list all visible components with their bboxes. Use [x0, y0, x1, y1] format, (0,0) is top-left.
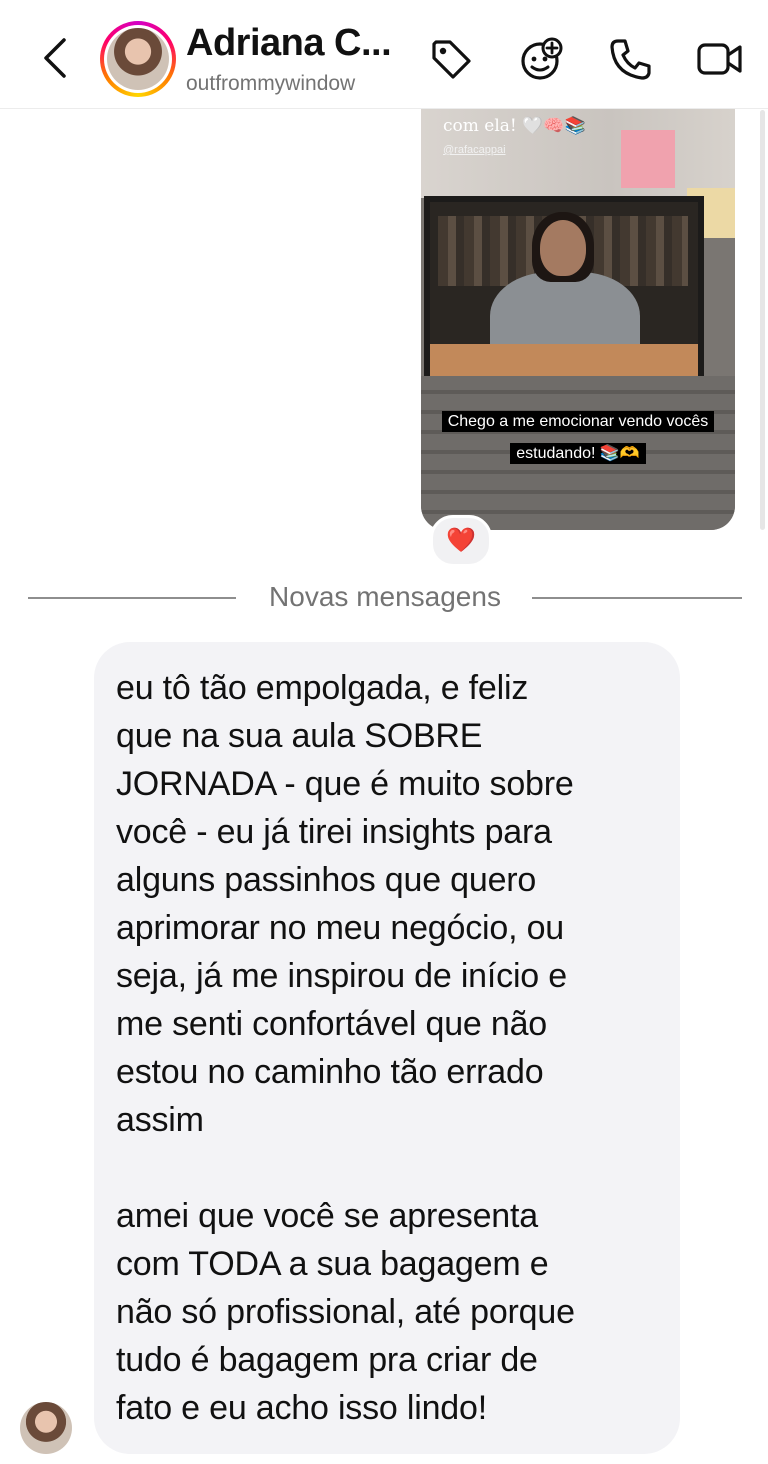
new-messages-divider: Novas mensagens: [269, 581, 501, 612]
video-call-button[interactable]: [696, 36, 742, 82]
caption-text: estudando! 📚🫶: [510, 443, 646, 464]
avatar-photo: [107, 28, 169, 90]
caption-text: Chego a me emocionar vendo vocês: [441, 411, 715, 432]
contact-username[interactable]: outfrommywindow: [186, 72, 355, 96]
divider-line: [28, 597, 236, 599]
back-button[interactable]: [36, 34, 76, 82]
sender-avatar[interactable]: [20, 1402, 72, 1454]
divider-line: [532, 597, 742, 599]
story-caption-line: Chego a me emocionar vendo vocês: [437, 406, 719, 438]
story-credit[interactable]: @rafacappai: [443, 144, 506, 156]
contact-avatar[interactable]: [100, 21, 176, 97]
avatar-ring-gap: [104, 25, 172, 93]
effects-button[interactable]: [518, 36, 564, 82]
contact-name[interactable]: Adriana C...: [186, 22, 406, 65]
face-plus-icon: [521, 37, 563, 80]
sticky-note: [621, 130, 675, 188]
heart-reaction[interactable]: ❤️: [430, 515, 492, 567]
received-message-bubble[interactable]: eu tô tão empolgada, e feliz que na sua …: [94, 642, 680, 1454]
message-text: eu tô tão empolgada, e feliz que na sua …: [116, 669, 575, 1427]
laptop-screen: [424, 196, 704, 388]
video-camera-icon: [697, 43, 742, 75]
voice-call-button[interactable]: [608, 36, 654, 82]
person-head: [540, 220, 586, 276]
tag-button[interactable]: [428, 36, 474, 82]
story-caption-line: estudando! 📚🫶: [437, 438, 719, 470]
chevron-left-icon: [44, 38, 66, 78]
phone-icon: [610, 39, 651, 80]
chat-header: Adriana C... outfrommywindow: [0, 0, 768, 109]
scrollbar[interactable]: [760, 110, 765, 530]
story-text: com ela! 🤍🧠📚: [443, 116, 586, 136]
shared-story-image[interactable]: com ela! 🤍🧠📚 @rafacappai Chego a me emoc…: [421, 108, 735, 530]
tag-icon: [432, 40, 471, 79]
